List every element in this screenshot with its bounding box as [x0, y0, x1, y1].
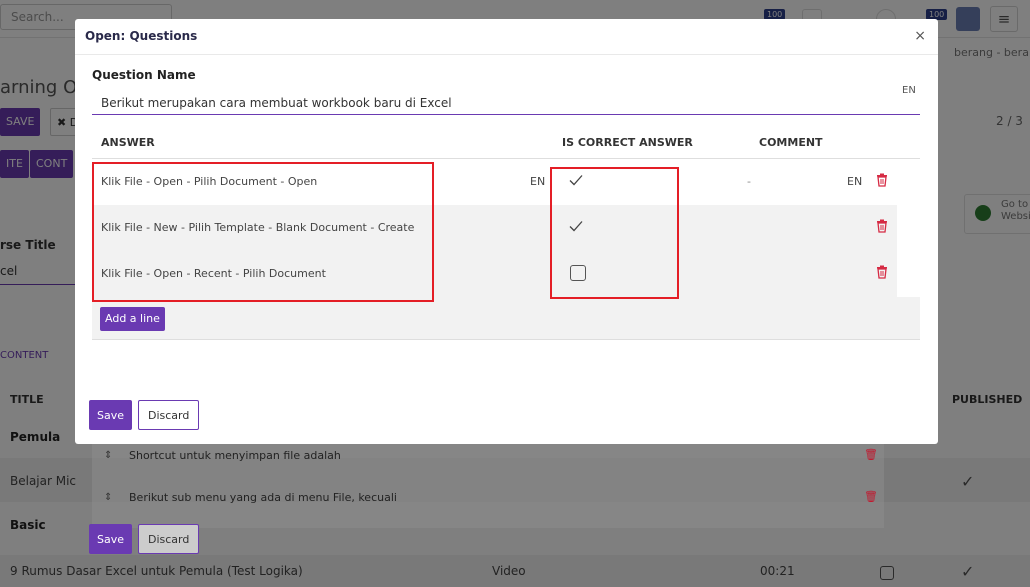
add-line-row: Add a line — [92, 297, 920, 340]
column-comment: COMMENT — [759, 136, 823, 149]
bg-save-button[interactable]: Save — [89, 524, 133, 554]
answer-row[interactable]: Klik File - New - Pilih Template - Blank… — [92, 205, 897, 251]
comment-text[interactable]: - — [747, 175, 751, 188]
answer-text[interactable]: Klik File - Open - Recent - Pilih Docume… — [101, 267, 326, 280]
answer-text[interactable]: Klik File - New - Pilih Template - Blank… — [101, 221, 414, 234]
column-answer: ANSWER — [101, 136, 155, 149]
close-icon[interactable]: × — [914, 28, 926, 44]
sub-question-title[interactable]: Berikut sub menu yang ada di menu File, … — [129, 491, 397, 504]
is-correct-checkbox[interactable] — [570, 265, 586, 281]
check-icon[interactable] — [567, 171, 585, 189]
answer-language[interactable]: EN — [530, 175, 545, 188]
discard-button[interactable]: Discard — [138, 400, 200, 430]
trash-icon[interactable]: 🗑 — [864, 448, 878, 461]
dialog-footer: Save Discard — [75, 391, 938, 444]
question-name-label: Question Name — [92, 68, 196, 82]
answer-row[interactable]: Klik File - Open - Pilih Document - Open… — [92, 159, 897, 205]
answers-table-header: ANSWER IS CORRECT ANSWER COMMENT — [92, 127, 920, 159]
question-name-input[interactable] — [92, 92, 920, 115]
comment-language[interactable]: EN — [847, 175, 862, 188]
sub-question-title[interactable]: Shortcut untuk menyimpan file adalah — [129, 449, 341, 462]
answer-row[interactable]: Klik File - Open - Recent - Pilih Docume… — [92, 251, 897, 297]
drag-handle-icon[interactable]: ⇕ — [104, 492, 112, 503]
dialog-title: Open: Questions — [85, 29, 198, 43]
sub-questions-panel: ⇕ Shortcut untuk menyimpan file adalah 🗑… — [92, 444, 884, 528]
answer-text[interactable]: Klik File - Open - Pilih Document - Open — [101, 175, 317, 188]
check-icon[interactable] — [567, 217, 585, 235]
column-is-correct: IS CORRECT ANSWER — [562, 136, 693, 149]
bg-discard-button[interactable]: Discard — [138, 524, 200, 554]
save-button[interactable]: Save — [89, 400, 133, 430]
dialog-header: Open: Questions × — [75, 19, 938, 55]
add-a-line-button[interactable]: Add a line — [100, 307, 165, 331]
trash-icon[interactable] — [876, 219, 888, 233]
trash-icon[interactable] — [876, 173, 888, 187]
trash-icon[interactable]: 🗑 — [864, 490, 878, 503]
trash-icon[interactable] — [876, 265, 888, 279]
drag-handle-icon[interactable]: ⇕ — [104, 450, 112, 461]
question-dialog: Open: Questions × Question Name EN ANSWE… — [75, 19, 938, 444]
